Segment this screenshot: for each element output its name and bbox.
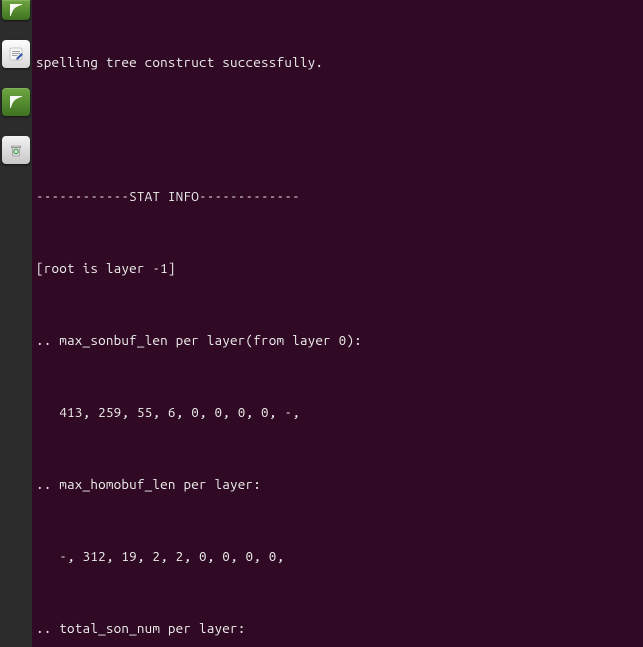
terminal-line: .. total_son_num per layer:: [36, 616, 639, 640]
launcher-tile-text-editor[interactable]: [2, 40, 30, 68]
launcher-tile-qt-2[interactable]: [2, 88, 30, 116]
launcher-tile-trash[interactable]: [2, 136, 30, 164]
terminal-line: -, 312, 19, 2, 2, 0, 0, 0, 0,: [36, 544, 639, 568]
launcher-tile-qt[interactable]: [2, 0, 30, 20]
terminal-line: 413, 259, 55, 6, 0, 0, 0, 0, -,: [36, 400, 639, 424]
terminal-line: [root is layer -1]: [36, 256, 639, 280]
terminal-line: .. max_homobuf_len per layer:: [36, 472, 639, 496]
terminal-line: ------------STAT INFO-------------: [36, 184, 639, 208]
launcher: [0, 0, 32, 647]
pencil-note-icon: [8, 45, 24, 63]
terminal[interactable]: spelling tree construct successfully. --…: [32, 0, 643, 647]
qt-icon: [7, 1, 25, 19]
terminal-line: .. max_sonbuf_len per layer(from layer 0…: [36, 328, 639, 352]
terminal-line: [36, 122, 639, 136]
terminal-line: spelling tree construct successfully.: [36, 50, 639, 74]
trash-icon: [8, 142, 24, 158]
qt-icon: [7, 93, 25, 111]
